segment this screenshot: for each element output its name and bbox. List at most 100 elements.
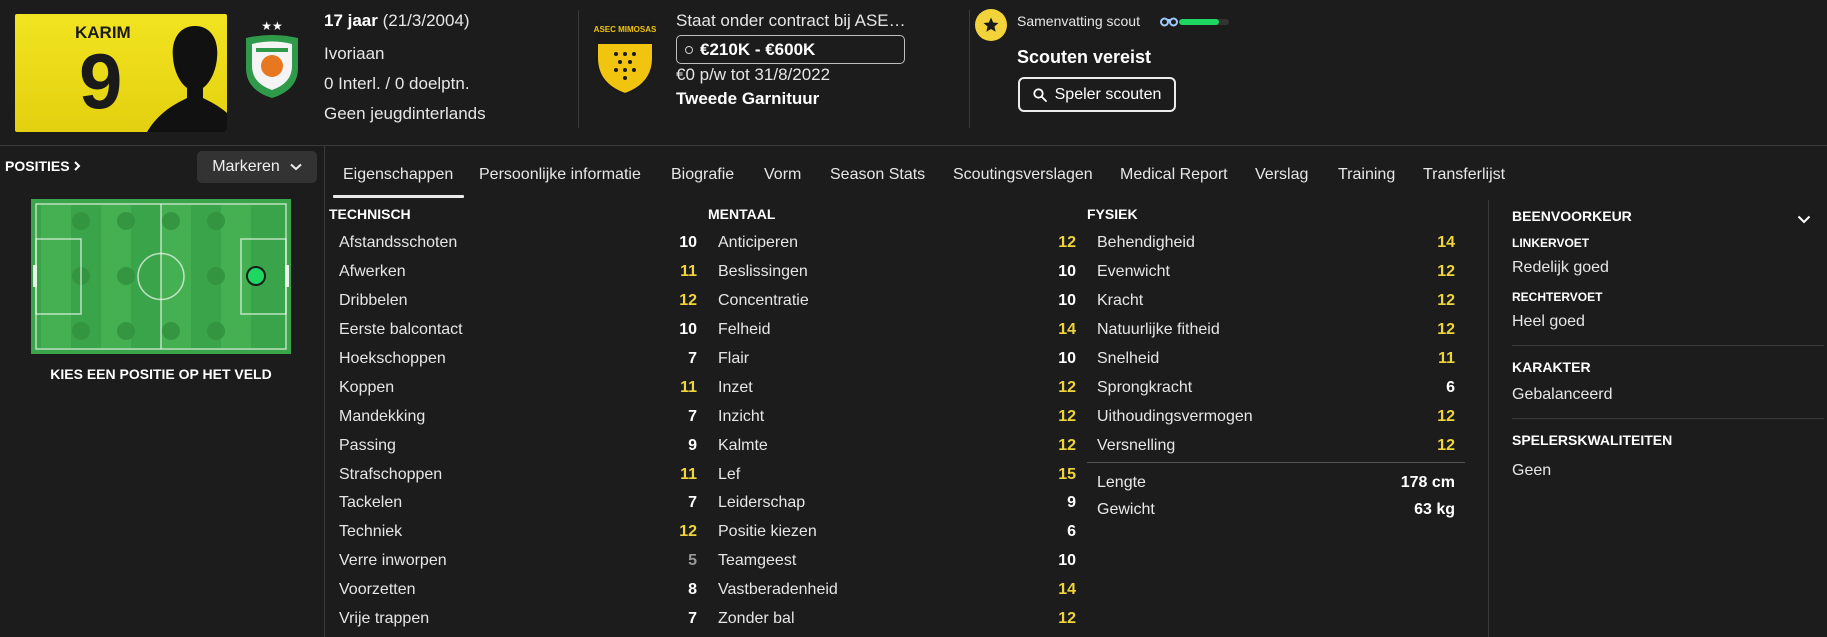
attribute-row[interactable]: Concentratie 10 <box>718 287 1076 316</box>
positions-toggle[interactable]: POSITIES <box>5 158 81 174</box>
attribute-name: Sprongkracht <box>1097 378 1193 396</box>
attribute-row[interactable]: Versnelling 12 <box>1097 431 1455 460</box>
tab-persoonlijke-informatie[interactable]: Persoonlijke informatie <box>479 166 641 184</box>
attribute-name: Mandekking <box>339 407 426 425</box>
attribute-value: 12 <box>679 523 697 541</box>
attribute-value: 9 <box>688 436 697 454</box>
attribute-value: 15 <box>1058 465 1076 483</box>
attribute-row[interactable]: Inzet 12 <box>718 373 1076 402</box>
attribute-row[interactable]: Natuurlijke fitheid 12 <box>1097 316 1455 345</box>
attribute-row[interactable]: Koppen 11 <box>339 373 697 402</box>
attribute-name: Koppen <box>339 378 395 396</box>
attribute-value: 10 <box>1058 350 1076 367</box>
left-foot-label: LINKERVOET <box>1512 236 1590 250</box>
attribute-row[interactable]: Beslissingen 10 <box>718 258 1076 287</box>
height-row: Lengte 178 cm <box>1097 474 1455 492</box>
tab-scoutingsverslagen[interactable]: Scoutingsverslagen <box>953 166 1093 184</box>
attribute-row[interactable]: Eerste balcontact 10 <box>339 316 697 345</box>
attribute-value: 12 <box>1058 234 1076 252</box>
attribute-row[interactable]: Tackelen 7 <box>339 489 697 518</box>
positions-label: POSITIES <box>5 158 70 174</box>
technical-attributes: Afstandsschoten 10 Afwerken 11 Dribbelen 12 Ee… <box>339 229 697 633</box>
tab-verslag[interactable]: Verslag <box>1255 166 1308 184</box>
attribute-row[interactable]: Behendigheid 14 <box>1097 229 1455 258</box>
active-tab-indicator <box>333 195 464 198</box>
player-caps: 0 Interl. / 0 doelptn. <box>324 74 470 93</box>
attribute-row[interactable]: Kracht 12 <box>1097 287 1455 316</box>
tab-season-stats[interactable]: Season Stats <box>830 166 925 184</box>
attribute-row[interactable]: Kalmte 12 <box>718 431 1076 460</box>
star-icon <box>975 9 1007 41</box>
club-badge-icon[interactable]: ASEC MIMOSAS <box>594 18 657 101</box>
tab-medical-report[interactable]: Medical Report <box>1120 166 1228 184</box>
attribute-value: 6 <box>1067 523 1076 541</box>
attribute-row[interactable]: Anticiperen 12 <box>718 229 1076 258</box>
attribute-row[interactable]: Mandekking 7 <box>339 402 697 431</box>
tab-transferlijst[interactable]: Transferlijst <box>1423 166 1505 184</box>
player-nationality[interactable]: Ivoriaan <box>324 44 384 64</box>
attribute-row[interactable]: Techniek 12 <box>339 518 697 547</box>
attribute-row[interactable]: Afwerken 11 <box>339 258 697 287</box>
attribute-value: 10 <box>1058 552 1076 570</box>
physical-separator <box>1087 462 1465 463</box>
attribute-row[interactable]: Strafschoppen 11 <box>339 460 697 489</box>
right-foot-value: Heel goed <box>1512 313 1585 330</box>
tab-training[interactable]: Training <box>1338 166 1395 184</box>
attribute-name: Flair <box>718 350 750 367</box>
attribute-value: 12 <box>1058 378 1076 396</box>
attribute-value: 12 <box>679 292 697 310</box>
attribute-value: 7 <box>688 407 697 425</box>
character-value: Gebalanceerd <box>1512 386 1613 403</box>
attribute-row[interactable]: Sprongkracht 6 <box>1097 373 1455 402</box>
attribute-name: Versnelling <box>1097 436 1176 454</box>
attribute-row[interactable]: Afstandsschoten 10 <box>339 229 697 258</box>
mark-dropdown[interactable]: Markeren <box>197 151 317 183</box>
attribute-row[interactable]: Teamgeest 10 <box>718 547 1076 576</box>
attribute-row[interactable]: Zonder bal 12 <box>718 605 1076 634</box>
player-youth-caps: Geen jeugdinterlands <box>324 104 486 123</box>
attribute-row[interactable]: Voorzetten 8 <box>339 576 697 605</box>
attribute-value: 12 <box>1058 436 1076 454</box>
chevron-right-icon <box>74 161 81 171</box>
tab-vorm[interactable]: Vorm <box>764 166 801 184</box>
position-pitch[interactable] <box>31 199 291 354</box>
technical-title: TECHNISCH <box>329 206 411 222</box>
chevron-down-icon[interactable] <box>1797 211 1811 229</box>
attribute-row[interactable]: Felheid 14 <box>718 316 1076 345</box>
scout-player-button[interactable]: Speler scouten <box>1018 77 1176 112</box>
value-range: €210K - €600K <box>700 39 816 59</box>
attribute-value: 12 <box>1437 263 1455 281</box>
attribute-row[interactable]: Lef 15 <box>718 460 1076 489</box>
attribute-row[interactable]: Vastberadenheid 14 <box>718 576 1076 605</box>
attribute-row[interactable]: Dribbelen 12 <box>339 287 697 316</box>
attribute-value: 12 <box>1437 436 1455 454</box>
attribute-row[interactable]: Hoekschoppen 7 <box>339 345 697 374</box>
attribute-row[interactable]: Snelheid 11 <box>1097 345 1455 374</box>
attribute-name: Dribbelen <box>339 292 408 310</box>
contract-club[interactable]: Staat onder contract bij ASE… <box>676 11 906 31</box>
position-marker-st[interactable] <box>248 268 264 284</box>
right-foot-label: RECHTERVOET <box>1512 290 1603 304</box>
attribute-value: 12 <box>1437 407 1455 425</box>
attribute-value: 14 <box>1058 581 1076 599</box>
attribute-row[interactable]: Passing 9 <box>339 431 697 460</box>
attribute-row[interactable]: Inzicht 12 <box>718 402 1076 431</box>
attribute-value: 7 <box>688 610 697 628</box>
attribute-row[interactable]: Verre inworpen 5 <box>339 547 697 576</box>
attribute-value: 14 <box>1437 234 1455 252</box>
attribute-row[interactable]: Evenwicht 12 <box>1097 258 1455 287</box>
attribute-row[interactable]: Flair 10 <box>718 345 1076 374</box>
attribute-name: Eerste balcontact <box>339 321 463 339</box>
panel-divider <box>1488 200 1489 637</box>
attribute-value: 12 <box>1437 292 1455 310</box>
attribute-row[interactable]: Vrije trappen 7 <box>339 605 697 634</box>
player-qualities-title: SPELERSKWALITEITEN <box>1512 432 1673 448</box>
tab-biografie[interactable]: Biografie <box>671 166 734 184</box>
attribute-row[interactable]: Uithoudingsvermogen 12 <box>1097 402 1455 431</box>
attribute-value: 9 <box>1067 494 1076 512</box>
attribute-name: Techniek <box>339 523 403 541</box>
attribute-name: Afwerken <box>339 263 406 281</box>
tab-eigenschappen[interactable]: Eigenschappen <box>343 166 453 184</box>
attribute-row[interactable]: Positie kiezen 6 <box>718 518 1076 547</box>
attribute-row[interactable]: Leiderschap 9 <box>718 489 1076 518</box>
